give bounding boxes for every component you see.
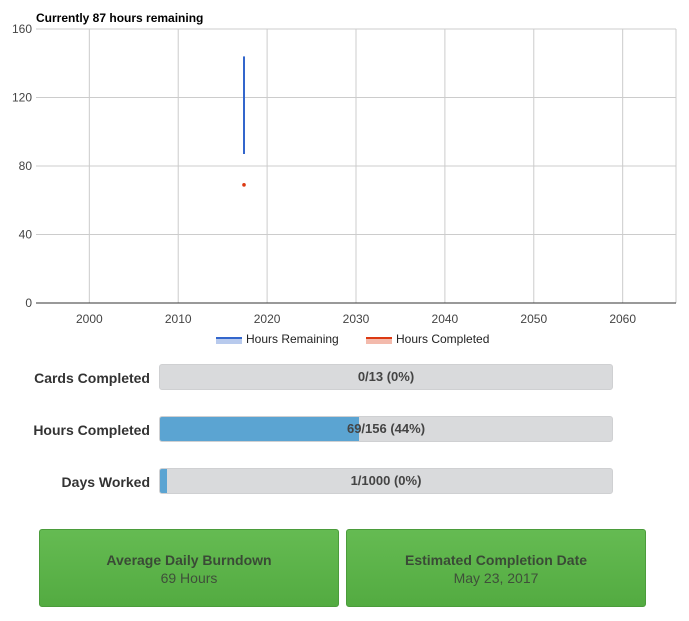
progress-row-hours: Hours Completed 69/156 (44%): [0, 416, 689, 444]
x-tick-label: 2030: [343, 312, 370, 326]
chart-title: Currently 87 hours remaining: [36, 11, 203, 25]
y-tick-label: 160: [12, 22, 32, 36]
chart-legend[interactable]: Hours Remaining Hours Completed: [216, 332, 489, 346]
estimated-completion-card: Estimated Completion Date May 23, 2017: [346, 529, 646, 607]
cards-completed-label: Cards Completed: [34, 370, 150, 386]
legend-label: Hours Remaining: [246, 332, 339, 346]
chart-series: [242, 56, 246, 187]
average-daily-burndown-card: Average Daily Burndown 69 Hours: [39, 529, 339, 607]
x-tick-label: 2060: [609, 312, 636, 326]
x-tick-label: 2010: [165, 312, 192, 326]
days-worked-bar: 1/1000 (0%): [159, 468, 613, 494]
y-tick-label: 40: [19, 228, 33, 242]
y-tick-label: 80: [19, 159, 33, 173]
average-daily-burndown-title: Average Daily Burndown: [106, 552, 272, 568]
chart-grid: [36, 28, 677, 303]
estimated-completion-title: Estimated Completion Date: [404, 552, 588, 568]
y-tick-label: 0: [25, 296, 32, 310]
days-worked-label: Days Worked: [61, 474, 150, 490]
x-tick-label: 2050: [520, 312, 547, 326]
hours-completed-label: Hours Completed: [33, 422, 150, 438]
legend-label: Hours Completed: [396, 332, 489, 346]
cards-completed-value: 0/13 (0%): [357, 369, 415, 384]
cards-completed-bar: 0/13 (0%): [159, 364, 613, 390]
progress-row-days: Days Worked 1/1000 (0%): [0, 468, 689, 496]
burndown-chart: Currently 87 hours remaining 0 40 80 120 160…: [0, 0, 689, 350]
x-tick-label: 2020: [254, 312, 281, 326]
chart-axes: 0 40 80 120 160 2000 2010 2020 2030 2040 2050 2060: [12, 22, 676, 326]
estimated-completion-value: May 23, 2017: [453, 570, 539, 586]
series-point-hours-completed: [242, 183, 246, 187]
hours-completed-value: 69/156 (44%): [346, 421, 426, 436]
x-tick-label: 2000: [76, 312, 103, 326]
progress-row-cards: Cards Completed 0/13 (0%): [0, 364, 689, 392]
days-worked-value: 1/1000 (0%): [350, 473, 422, 488]
hours-completed-bar: 69/156 (44%): [159, 416, 613, 442]
x-tick-label: 2040: [432, 312, 459, 326]
average-daily-burndown-value: 69 Hours: [160, 570, 218, 586]
y-tick-label: 120: [12, 91, 32, 105]
burndown-chart-svg: Currently 87 hours remaining 0 40 80 120 160…: [12, 11, 677, 346]
